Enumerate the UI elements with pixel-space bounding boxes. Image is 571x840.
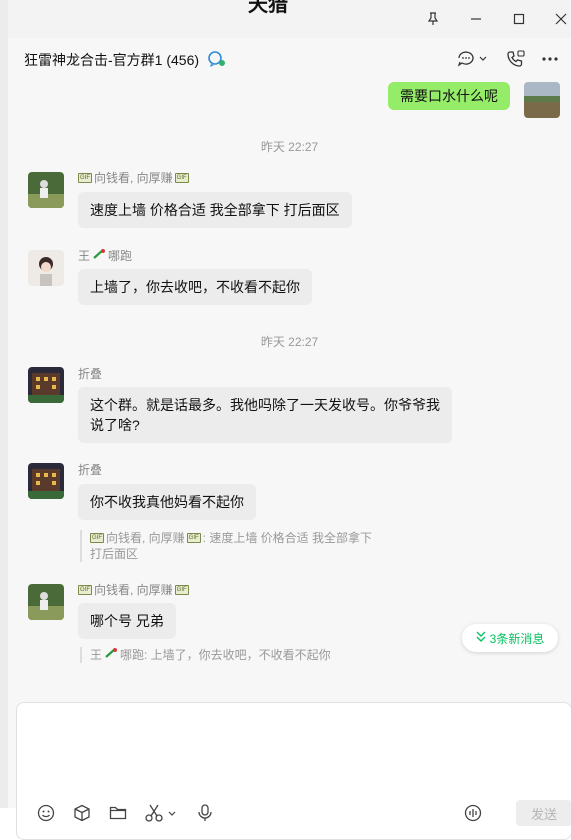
gif-tag: GIF [174, 172, 189, 183]
more-icon[interactable] [541, 48, 559, 70]
message-bubble[interactable]: 这个群。就是话最多。我他吗除了一天发收号。你爷爷我 说了啥? [78, 387, 452, 443]
emoji-icon[interactable] [37, 803, 55, 823]
sender-name: GIF 向钱看, 向厚赚 GIF [78, 169, 189, 186]
sender-name-text: 向钱看, 向厚赚 [94, 171, 173, 185]
quote-line: GIF 向钱看, 向厚赚 GIF : 速度上墙 价格合适 我全部拿下 [90, 530, 372, 546]
quote-text: : 速度上墙 价格合适 我全部拿下 [202, 531, 373, 545]
group-members-icon[interactable] [207, 50, 227, 73]
quote-name-a: 王 [90, 648, 103, 662]
titlebar: 天猎 [8, 0, 571, 38]
minimize-icon[interactable] [466, 9, 486, 29]
gif-tag: GIF [90, 533, 104, 543]
sender-avatar[interactable] [28, 250, 64, 286]
microphone-icon[interactable] [197, 803, 213, 823]
sender-avatar[interactable] [28, 367, 64, 403]
gif-tag: GIF [78, 172, 92, 183]
chat-header: 狂雷神龙合击-官方群1 (456) [8, 38, 571, 82]
group-name[interactable]: 狂雷神龙合击-官方群1 (456) [24, 50, 199, 70]
sender-avatar[interactable] [28, 172, 64, 208]
new-messages-button[interactable]: 3条新消息 [462, 624, 558, 652]
sender-name: 折叠 [78, 463, 103, 477]
chat-options-icon[interactable] [457, 48, 487, 70]
gif-tag: GIF [174, 584, 189, 595]
pin-icon[interactable] [423, 9, 443, 29]
quote-line-2: 打后面区 [90, 547, 139, 561]
gif-tag: GIF [186, 533, 201, 543]
my-message-bubble[interactable]: 需要口水什么呢 [388, 82, 510, 110]
quoted-message[interactable]: 王 哪跑: 上墙了，你去收吧，不收看不起你 [80, 647, 331, 663]
message-bubble[interactable]: 你不收我真他妈看不起你 [78, 484, 256, 520]
window-title: 天猎 [248, 0, 288, 16]
firework-icon [104, 647, 118, 663]
message-list[interactable]: 需要口水什么呢 昨天 22:27 GIF 向钱看, 向厚赚 GIF 速度上墙 价… [8, 82, 571, 664]
sender-name: 折叠 [78, 367, 103, 381]
left-strip [0, 0, 8, 808]
sender-name: GIF 向钱看, 向厚赚 GIF [78, 581, 189, 598]
message-line: 这个群。就是话最多。我他吗除了一天发收号。你爷爷我 [90, 397, 440, 413]
message-bubble[interactable]: 速度上墙 价格合适 我全部拿下 打后面区 [78, 192, 352, 228]
my-avatar[interactable] [524, 82, 560, 118]
sender-name-b: 哪跑 [108, 249, 133, 263]
gif-tag: GIF [78, 584, 92, 595]
chat-panel: 狂雷神龙合击-官方群1 (456) 需要口水什么呢 昨天 22:27 GIF 向… [8, 38, 571, 840]
message-bubble[interactable]: 哪个号 兄弟 [78, 603, 176, 639]
timestamp: 昨天 22:27 [260, 140, 319, 154]
sender-avatar[interactable] [28, 463, 64, 499]
new-messages-label: 3条新消息 [489, 631, 545, 646]
quoted-message[interactable]: GIF 向钱看, 向厚赚 GIF : 速度上墙 价格合适 我全部拿下 打后面区 [80, 530, 372, 562]
message-line: 说了啥? [90, 417, 140, 433]
sender-name: 王 哪跑 [78, 247, 132, 264]
voice-input-icon[interactable] [464, 803, 482, 823]
quote-name: 向钱看, 向厚赚 [106, 531, 185, 545]
double-chevron-down-icon [476, 631, 486, 646]
firework-icon [92, 248, 106, 263]
box-icon[interactable] [73, 803, 91, 823]
send-button[interactable]: 发送 [516, 800, 571, 826]
sender-name-text: 向钱看, 向厚赚 [94, 583, 173, 597]
sender-avatar[interactable] [28, 584, 64, 620]
message-input[interactable]: 发送 [16, 702, 571, 840]
scissors-icon[interactable] [145, 803, 177, 823]
message-bubble[interactable]: 上墙了，你去收吧，不收看不起你 [78, 269, 312, 305]
timestamp: 昨天 22:27 [260, 335, 319, 349]
maximize-icon[interactable] [509, 9, 529, 29]
close-icon[interactable] [551, 9, 571, 29]
call-icon[interactable] [506, 48, 526, 70]
folder-icon[interactable] [109, 803, 127, 823]
sender-name-a: 王 [78, 249, 91, 263]
quote-text: 哪跑: 上墙了，你去收吧，不收看不起你 [120, 648, 331, 662]
